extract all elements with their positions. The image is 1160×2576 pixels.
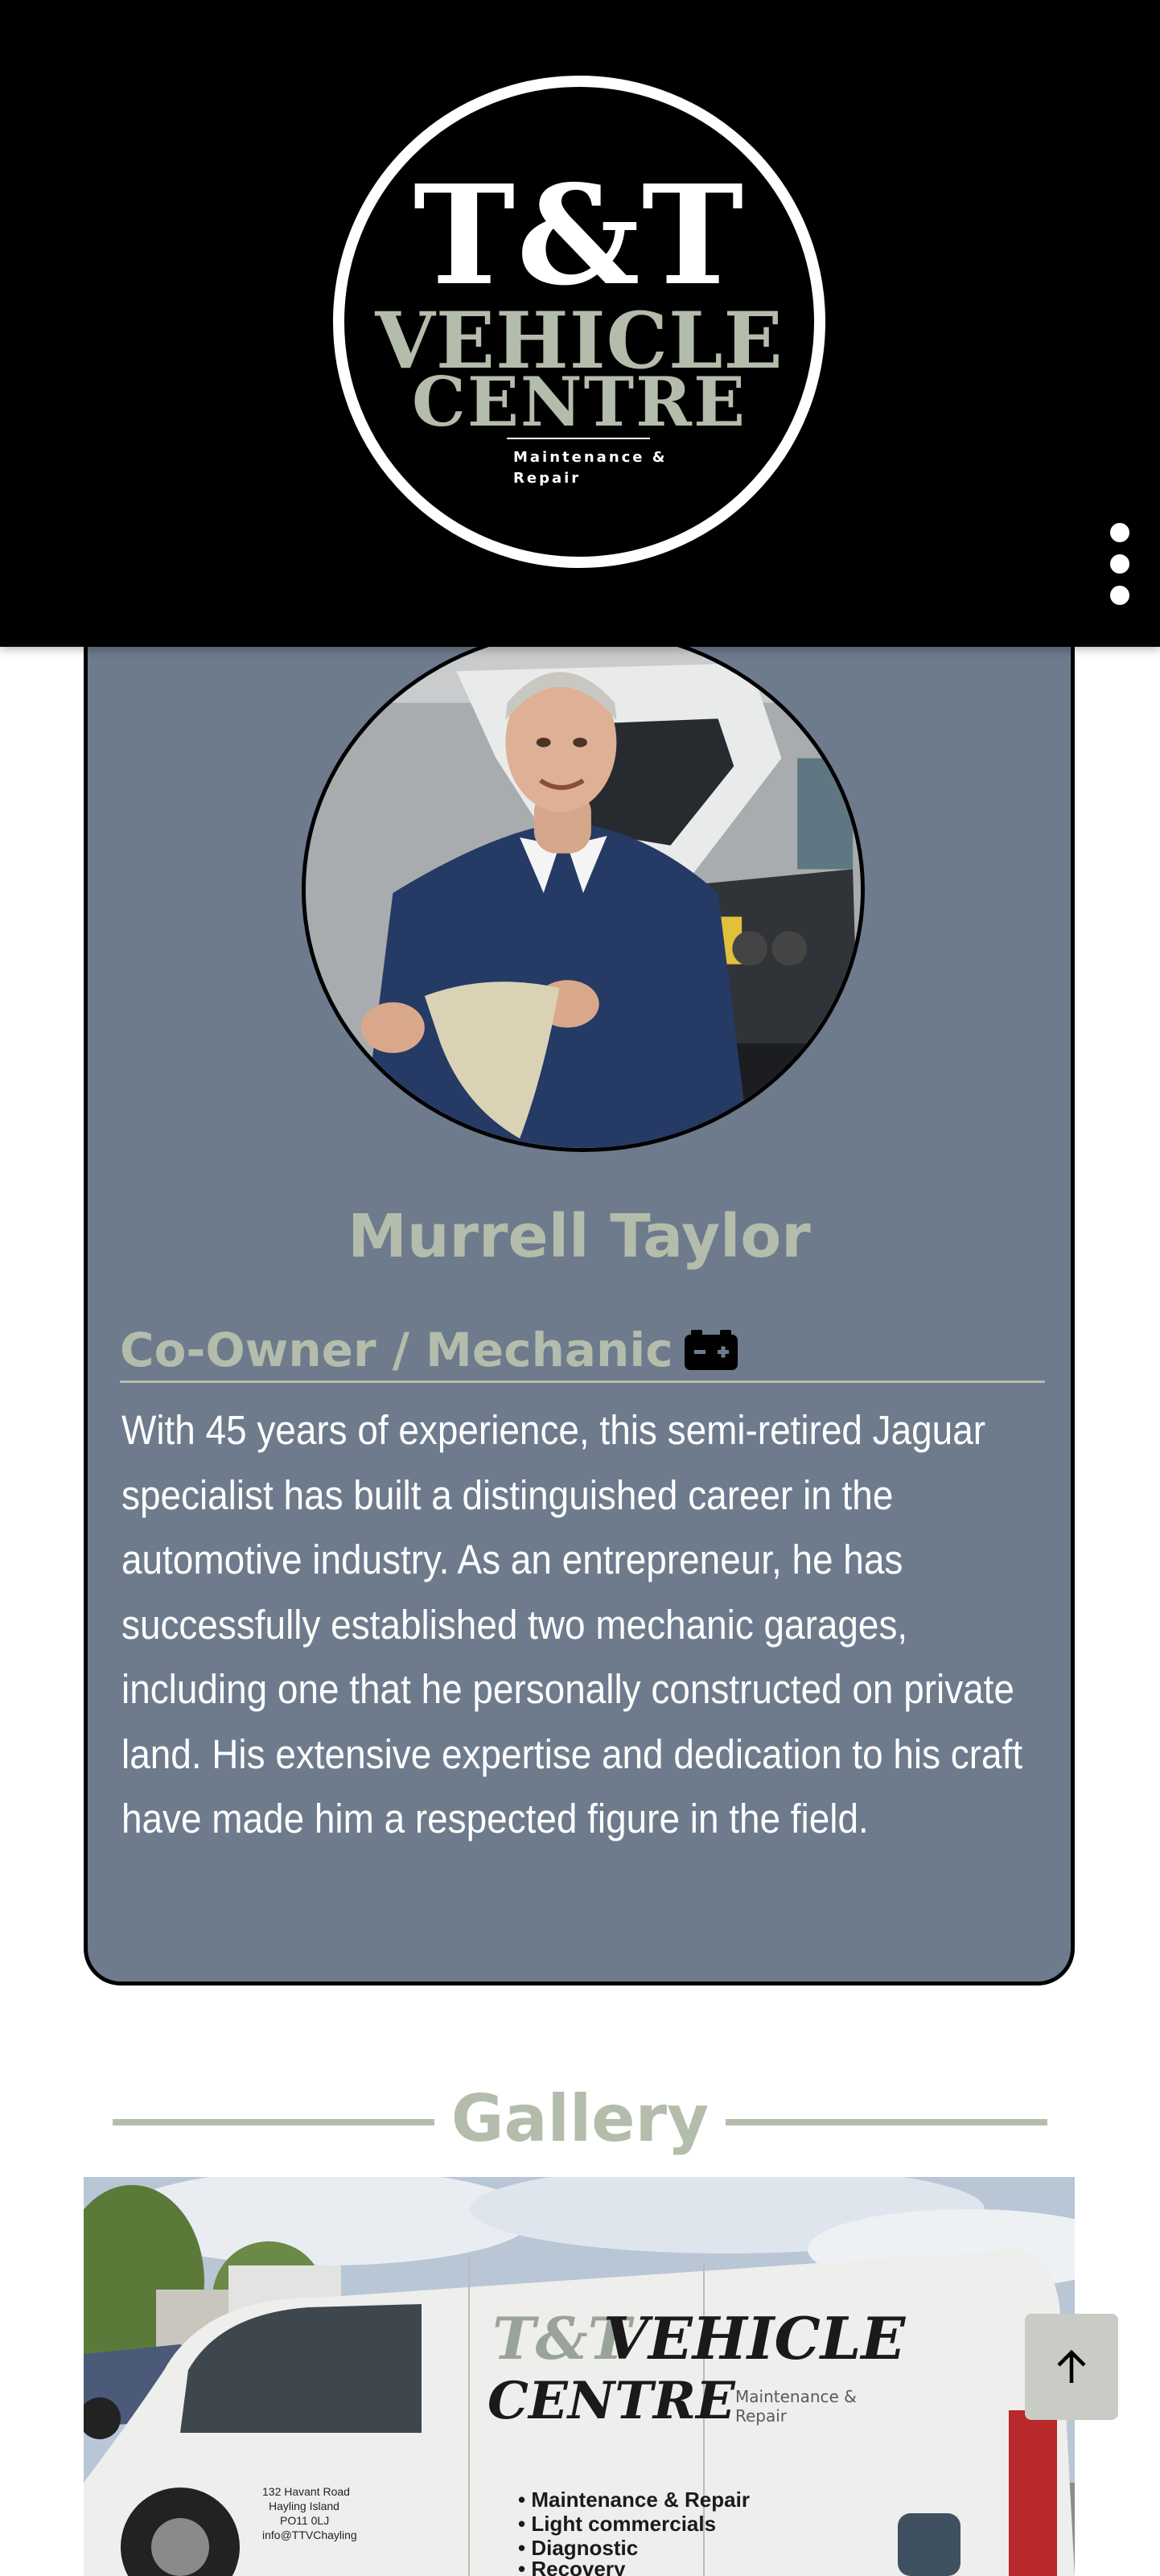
team-member-photo	[302, 628, 865, 1152]
vertical-ellipsis-icon	[1110, 523, 1129, 542]
team-member-role: Co-Owner / Mechanic	[120, 1319, 1045, 1383]
arrow-up-icon	[1054, 2348, 1089, 2386]
team-member-role-text: Co-Owner / Mechanic	[120, 1323, 673, 1377]
van-brand-vehicle: VEHICLE	[603, 2304, 906, 2372]
team-member-bio: With 45 years of experience, this semi-r…	[121, 1407, 1023, 1841]
van-service-2: • Light commercials	[518, 2512, 716, 2536]
van-address-4: info@TTVChayling	[262, 2529, 357, 2541]
van-address-3: PO11 0LJ	[280, 2514, 329, 2527]
van-tagline-2: Repair	[735, 2406, 788, 2426]
car-battery-icon	[684, 1330, 738, 1370]
van-address-2: Hayling Island	[269, 2500, 339, 2512]
team-member-name: Murrell Taylor	[348, 1202, 811, 1271]
site-header: T&T VEHICLE CENTRE Maintenance & Repair	[0, 0, 1160, 647]
logo-line-1: T&T	[413, 155, 746, 316]
logo-tagline-2: Repair	[513, 470, 582, 487]
logo-tagline: Maintenance & Repair	[513, 447, 674, 489]
gallery-divider-right	[726, 2119, 1047, 2125]
team-member-card: Murrell Taylor Co-Owner / Mechanic With …	[84, 611, 1075, 1985]
van-service-1: • Maintenance & Repair	[518, 2488, 750, 2512]
van-address-1: 132 Havant Road	[262, 2485, 350, 2498]
van-tagline-1: Maintenance &	[735, 2387, 857, 2406]
logo-line-3: CENTRE	[411, 362, 747, 442]
site-logo[interactable]: T&T VEHICLE CENTRE Maintenance & Repair	[333, 76, 825, 568]
logo-divider	[507, 438, 650, 439]
logo-tagline-1: Maintenance &	[513, 449, 668, 466]
van-service-4: • Recovery	[518, 2557, 626, 2576]
menu-button[interactable]	[1102, 520, 1137, 608]
gallery-heading: Gallery	[113, 2084, 1047, 2159]
back-to-top-button[interactable]	[1025, 2314, 1118, 2420]
van-brand-centre: CENTRE	[487, 2371, 736, 2431]
gallery-image[interactable]: T&T VEHICLE CENTRE Maintenance & Repair …	[84, 2177, 1075, 2576]
ellipsis-dot	[1110, 554, 1129, 574]
ellipsis-dot	[1110, 586, 1129, 605]
